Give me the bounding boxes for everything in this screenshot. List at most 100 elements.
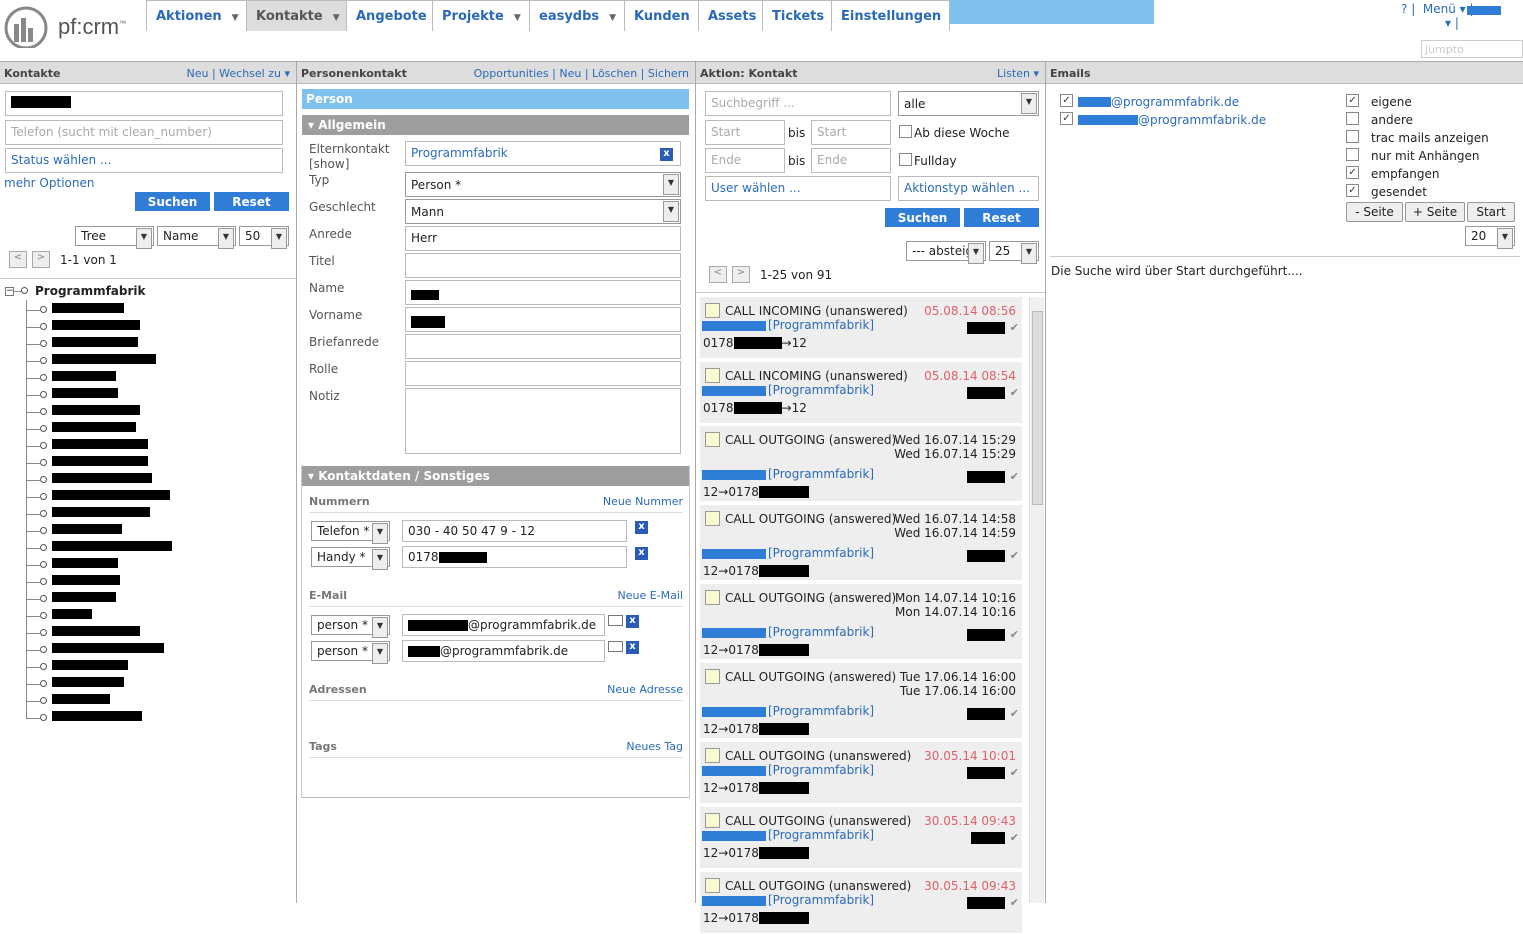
done-check-icon[interactable]: ✔ (1010, 549, 1019, 562)
scrollbar-thumb[interactable] (1032, 311, 1043, 505)
tab-einstellungen[interactable]: Einstellungen (831, 0, 951, 31)
contacts-header-links[interactable]: Neu | Wechsel zu ▾ (186, 67, 290, 80)
email-option-checkbox[interactable]: ✓ (1346, 166, 1359, 179)
action-filter-select[interactable]: alle (898, 91, 1039, 116)
action-prev-button[interactable]: < (709, 266, 727, 283)
section-kontaktdaten[interactable]: ▾ Kontaktdaten / Sonstiges (302, 466, 689, 486)
action-item[interactable]: CALL OUTGOING (answered) Wed 16.07.14 14:… (700, 505, 1022, 581)
action-search-button[interactable]: Suchen (885, 208, 960, 227)
action-item[interactable]: CALL OUTGOING (unanswered) 30.05.14 09:43… (700, 872, 1022, 934)
email-account[interactable]: @programmfabrik.de (1111, 95, 1239, 109)
gender-select[interactable]: Mann (405, 199, 681, 224)
prev-page-button[interactable]: - Seite (1346, 202, 1403, 222)
letter-salutation-input[interactable] (405, 334, 681, 359)
company-link[interactable]: [Programmfabrik] (768, 625, 874, 639)
action-item[interactable]: CALL OUTGOING (answered) Mon 14.07.14 10:… (700, 584, 1022, 660)
tab-easydbs[interactable]: easydbs ▼ (529, 0, 626, 31)
action-next-button[interactable]: > (732, 266, 750, 283)
email-type-select[interactable]: person * (311, 641, 390, 664)
new-number-link[interactable]: Neue Nummer (603, 495, 683, 508)
tab-aktionen[interactable]: Aktionen ▼ (146, 0, 248, 31)
jumpto-input[interactable]: jumpto (1421, 40, 1523, 58)
remove-parent-x[interactable]: x (660, 148, 673, 161)
tab-tickets[interactable]: Tickets (762, 0, 834, 31)
mobile-number-input[interactable]: 0178 (402, 546, 627, 568)
end-date-input[interactable]: Ende (705, 148, 785, 173)
action-search-input[interactable]: Suchbegriff ... (705, 91, 891, 116)
name-input[interactable] (405, 280, 681, 305)
action-item[interactable]: CALL INCOMING (unanswered) 05.08.14 08:56… (700, 297, 1022, 359)
show-parent-link[interactable]: [show] (309, 157, 349, 171)
company-link[interactable]: [Programmfabrik] (768, 467, 874, 481)
action-reset-button[interactable]: Reset (964, 208, 1039, 227)
email-count-select[interactable]: 20 (1465, 226, 1515, 249)
done-check-icon[interactable]: ✔ (1010, 470, 1019, 483)
email-option-checkbox[interactable] (1346, 148, 1359, 161)
start-button[interactable]: Start (1467, 202, 1515, 222)
new-tag-link[interactable]: Neues Tag (626, 740, 683, 753)
type-select[interactable]: Person * (405, 172, 681, 197)
done-check-icon[interactable]: ✔ (1010, 321, 1019, 334)
company-link[interactable]: [Programmfabrik] (768, 546, 874, 560)
company-link[interactable]: [Programmfabrik] (768, 704, 874, 718)
company-link[interactable]: [Programmfabrik] (768, 893, 874, 907)
done-check-icon[interactable]: ✔ (1010, 766, 1019, 779)
person-header-links[interactable]: Opportunities | Neu | Löschen | Sichern (474, 67, 689, 80)
action-checkbox[interactable] (705, 669, 720, 684)
action-item[interactable]: CALL OUTGOING (unanswered) 30.05.14 09:43… (700, 807, 1022, 869)
action-item[interactable]: CALL OUTGOING (unanswered) 30.05.14 10:01… (700, 742, 1022, 804)
action-scrollbar[interactable] (1029, 297, 1044, 903)
action-checkbox[interactable] (705, 303, 720, 318)
status-select[interactable]: Status wählen ... (5, 148, 283, 173)
next-page-button[interactable]: > (32, 251, 50, 268)
mail-icon[interactable] (608, 615, 623, 626)
email-option-checkbox[interactable] (1346, 130, 1359, 143)
phone-number-input[interactable]: 030 - 40 50 47 9 - 12 (402, 520, 627, 542)
fullday-checkbox[interactable] (899, 153, 912, 166)
more-options-link[interactable]: mehr Optionen (4, 176, 94, 190)
next-page-button[interactable]: + Seite (1405, 202, 1465, 222)
company-link[interactable]: [Programmfabrik] (768, 763, 874, 777)
phone-search-input[interactable]: Telefon (sucht mit clean_number) (5, 120, 283, 145)
email-option-checkbox[interactable]: ✓ (1346, 184, 1359, 197)
this-week-checkbox[interactable] (899, 125, 912, 138)
email-account-checkbox[interactable]: ✓ (1060, 112, 1073, 125)
remove-number-x[interactable]: x (635, 521, 648, 534)
remove-email-x[interactable]: x (626, 641, 639, 654)
email-type-select[interactable]: person * (311, 615, 390, 638)
email-input[interactable]: @programmfabrik.de (402, 640, 605, 662)
done-check-icon[interactable]: ✔ (1010, 386, 1019, 399)
action-checkbox[interactable] (705, 813, 720, 828)
new-email-link[interactable]: Neue E-Mail (618, 589, 684, 602)
tab-kontakte[interactable]: Kontakte ▼ (246, 0, 349, 31)
mail-icon[interactable] (608, 641, 623, 652)
end-date-to-input[interactable]: Ende (811, 148, 891, 173)
salutation-input[interactable]: Herr (405, 226, 681, 251)
action-checkbox[interactable] (705, 511, 720, 526)
tab-angebote[interactable]: Angebote (346, 0, 436, 31)
note-textarea[interactable] (405, 388, 681, 454)
tab-projekte[interactable]: Projekte ▼ (432, 0, 530, 31)
action-checkbox[interactable] (705, 748, 720, 763)
tree-root[interactable]: Programmfabrik (35, 284, 146, 298)
title-input[interactable] (405, 253, 681, 278)
tab-kunden[interactable]: Kunden (624, 0, 699, 31)
section-allgemein[interactable]: ▾ Allgemein (302, 115, 689, 135)
start-date-input[interactable]: Start (705, 120, 785, 145)
email-input[interactable]: @programmfabrik.de (402, 614, 605, 636)
parent-contact-field[interactable]: Programmfabrik (405, 141, 681, 166)
action-item[interactable]: CALL OUTGOING (answered) Tue 17.06.14 16:… (700, 663, 1022, 739)
email-account-checkbox[interactable]: ✓ (1060, 94, 1073, 107)
email-account[interactable]: @programmfabrik.de (1138, 113, 1266, 127)
contacts-reset-button[interactable]: Reset (214, 192, 289, 211)
sort-select[interactable]: Name (157, 226, 236, 249)
action-checkbox[interactable] (705, 590, 720, 605)
contact-name-input[interactable] (5, 91, 283, 116)
prev-page-button[interactable]: < (9, 251, 27, 268)
company-link[interactable]: [Programmfabrik] (768, 828, 874, 842)
number-type-select[interactable]: Handy * (311, 547, 390, 570)
collapse-icon[interactable]: − (5, 287, 14, 296)
action-checkbox[interactable] (705, 878, 720, 893)
help-link[interactable]: ? | Menü ▾ | ▾ | (1401, 2, 1523, 30)
action-checkbox[interactable] (705, 432, 720, 447)
